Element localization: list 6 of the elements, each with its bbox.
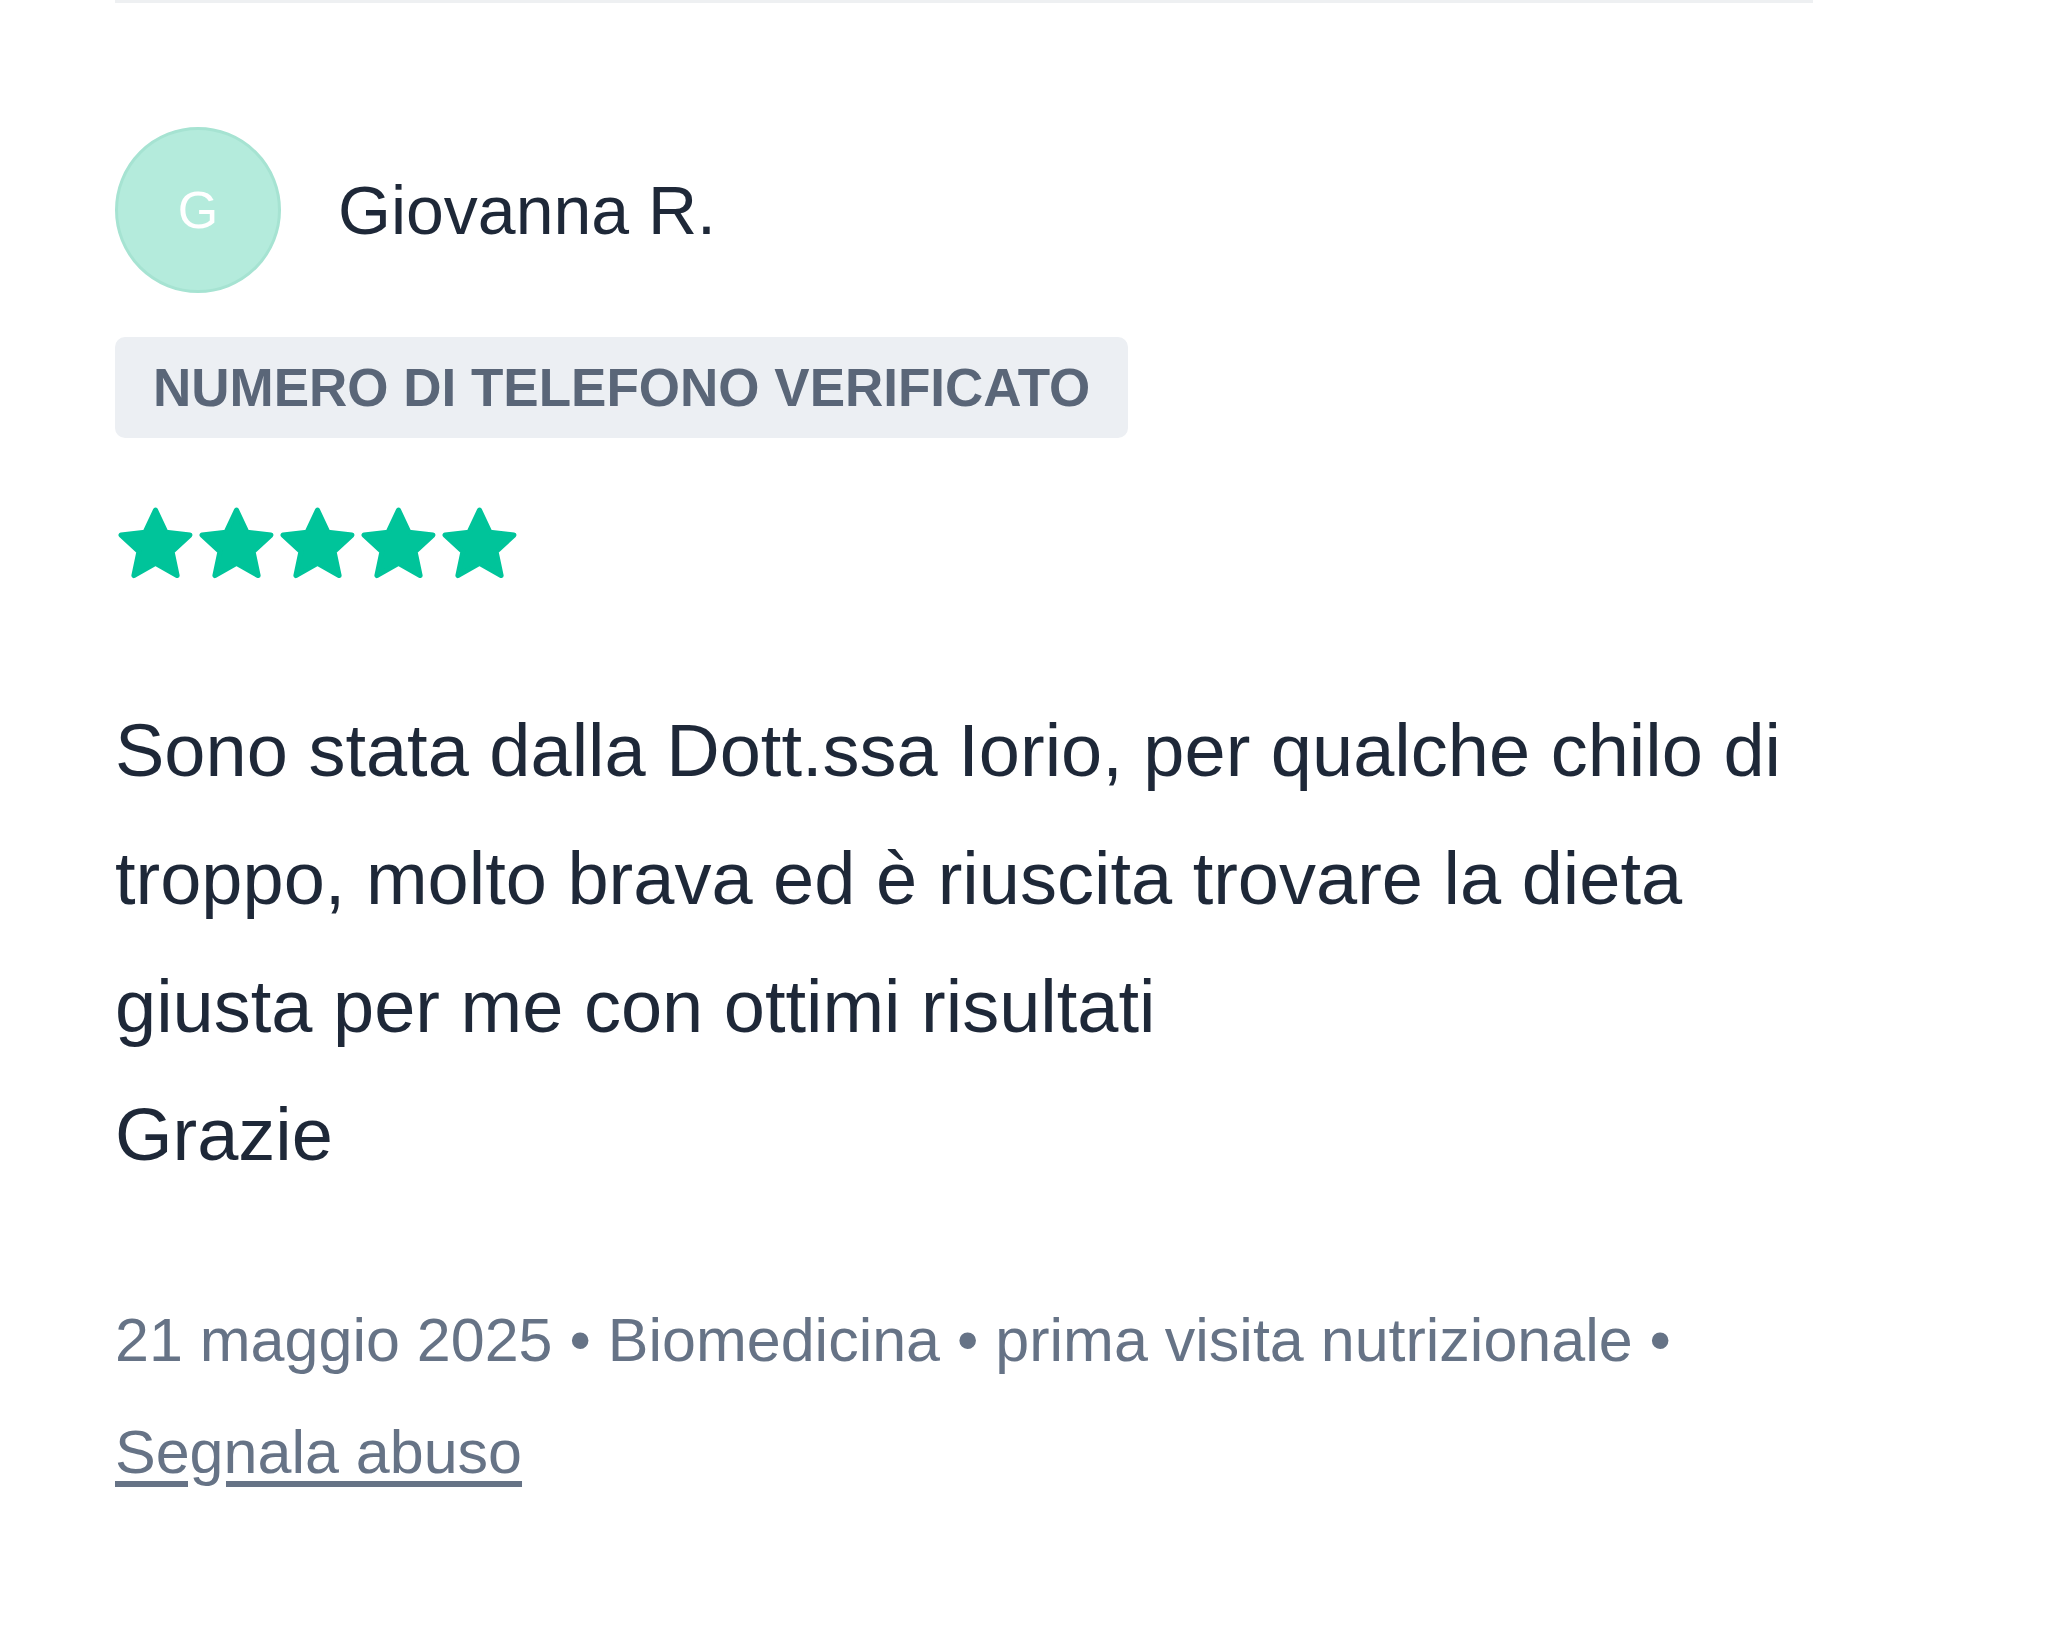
report-abuse-link[interactable]: Segnala abuso: [115, 1417, 522, 1487]
author-name: Giovanna R.: [338, 171, 716, 249]
avatar: G: [115, 127, 281, 293]
verified-badge: NUMERO DI TELEFONO VERIFICATO: [115, 337, 1129, 438]
review-text: Sono stata dalla Dott.ssa Iorio, per qualche chilo di troppo, molto brava ed è riuscita trovare la dieta giusta per me con ottimi risultati Grazie: [115, 708, 1782, 1178]
review-meta: 21 maggio 2025 • Biomedicina • prima visita nutrizionale •: [115, 1305, 1672, 1375]
